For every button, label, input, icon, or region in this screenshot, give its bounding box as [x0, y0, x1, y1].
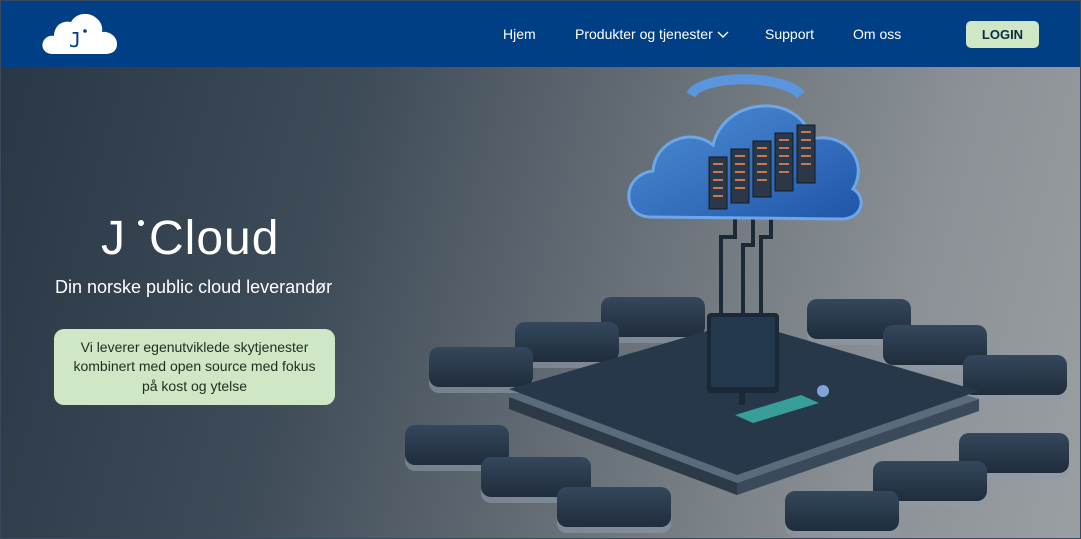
page-frame: J Hjem Produkter og tjenester Support Om… [0, 0, 1081, 539]
nav-support[interactable]: Support [765, 26, 814, 42]
chevron-down-icon [717, 26, 729, 42]
nav-products-dropdown[interactable]: Produkter og tjenester [575, 26, 729, 42]
nav-products-label: Produkter og tjenester [575, 26, 713, 42]
server-cloud-icon [627, 74, 863, 221]
hero-section: J Cloud Din norske public cloud leverand… [1, 67, 1080, 538]
hero-illustration [405, 74, 1069, 537]
top-navbar: J Hjem Produkter og tjenester Support Om… [1, 1, 1080, 67]
hero-info-text: Vi leverer egenutviklede skytjenester ko… [73, 338, 316, 394]
login-button[interactable]: LOGIN [966, 21, 1039, 48]
brand-name: Cloud [149, 212, 280, 265]
hero-tagline: Din norske public cloud leverandør [55, 277, 333, 297]
brand-letter: J [101, 212, 126, 265]
nav-home[interactable]: Hjem [503, 26, 536, 42]
nav-about[interactable]: Om oss [853, 26, 901, 42]
brand-dot [138, 220, 144, 226]
hero-info-box: Vi leverer egenutviklede skytjenester ko… [54, 329, 335, 405]
brand-wordmark: J Cloud [101, 211, 301, 267]
main-navigation: Hjem Produkter og tjenester Support Om o… [1, 1, 1080, 67]
